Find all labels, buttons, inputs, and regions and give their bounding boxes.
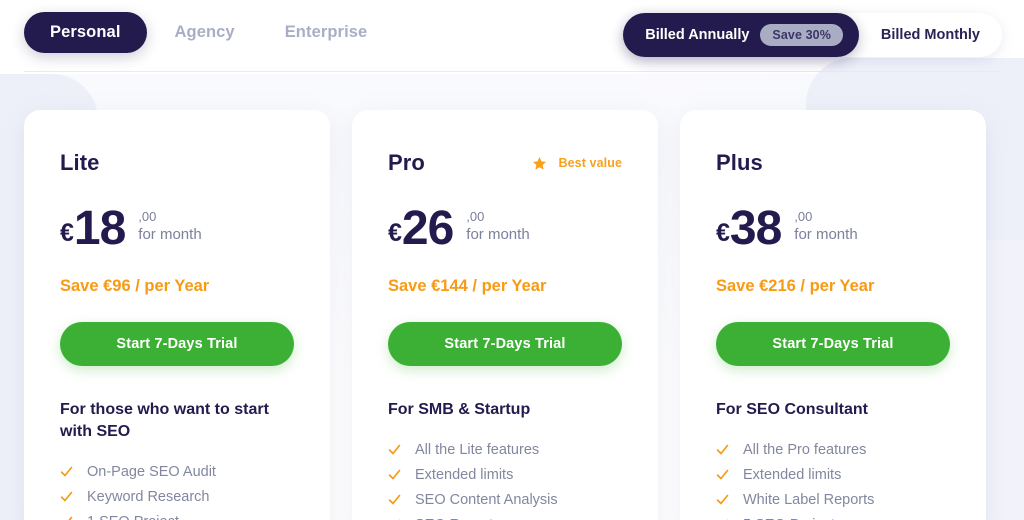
price-detail: ,00 for month xyxy=(466,209,529,245)
plan-tagline: For SMB & Startup xyxy=(388,401,531,418)
price-period: for month xyxy=(794,226,858,244)
plan-name: Plus xyxy=(716,150,763,175)
header-divider xyxy=(24,71,1000,72)
annual-savings-text: Save €96 / per Year xyxy=(60,277,210,295)
billing-monthly-label: Billed Monthly xyxy=(880,27,980,43)
star-icon xyxy=(533,156,547,170)
price-amount: 26 xyxy=(401,202,454,255)
best-value-label: Best value xyxy=(558,156,622,170)
price-row: €26 ,00 for month xyxy=(388,203,622,259)
plan-tagline: For SEO Consultant xyxy=(716,401,868,418)
price-period: for month xyxy=(138,226,202,244)
audience-tabs: Personal Agency Enterprise xyxy=(24,12,389,53)
page-header: Personal Agency Enterprise Billed Annually… xyxy=(0,0,1024,70)
check-icon xyxy=(60,466,73,477)
pricing-card-plus: Plus €38 ,00 for month Save €216 / per Year S… xyxy=(680,110,986,520)
check-icon xyxy=(388,444,401,455)
start-trial-button[interactable]: Start 7-Days Trial xyxy=(60,322,294,366)
list-item: All the Pro features xyxy=(716,437,950,462)
price-detail: ,00 for month xyxy=(794,209,857,245)
card-header: Plus xyxy=(716,148,950,178)
list-item: White Label Reports xyxy=(716,487,950,512)
price-amount: 18 xyxy=(73,202,126,255)
plan-name: Pro xyxy=(388,150,425,175)
feature-label: Keyword Research xyxy=(87,488,210,505)
currency-symbol: € xyxy=(716,219,730,247)
list-item: On-Page SEO Audit xyxy=(60,459,294,484)
check-icon xyxy=(716,444,729,455)
tab-personal[interactable]: Personal xyxy=(24,12,147,53)
feature-label: 5 SEO Projects xyxy=(743,517,842,520)
feature-label: All the Pro features xyxy=(743,441,867,458)
price-cents: ,00 xyxy=(466,209,485,224)
best-value-badge: Best value xyxy=(532,156,622,171)
feature-label: On-Page SEO Audit xyxy=(87,463,216,480)
feature-label: White Label Reports xyxy=(743,491,875,508)
list-item: SEO Content Analysis xyxy=(388,487,622,512)
feature-list: All the Lite features Extended limits SEO … xyxy=(388,437,622,520)
billing-monthly-option[interactable]: Billed Monthly xyxy=(859,13,1002,57)
feature-list: All the Pro features Extended limits White… xyxy=(716,437,950,520)
list-item: Extended limits xyxy=(716,462,950,487)
pricing-page: Personal Agency Enterprise Billed Annually… xyxy=(0,0,1024,520)
pricing-card-pro: Pro Best value €26 ,00 for month Save €144 / … xyxy=(352,110,658,520)
price-period: for month xyxy=(466,226,530,244)
start-trial-button[interactable]: Start 7-Days Trial xyxy=(388,322,622,366)
price-cents: ,00 xyxy=(138,209,157,224)
list-item: Keyword Research xyxy=(60,484,294,509)
card-header: Lite xyxy=(60,148,294,178)
pricing-card-lite: Lite €18 ,00 for month Save €96 / per Year St… xyxy=(24,110,330,520)
list-item: SEO Reports xyxy=(388,512,622,520)
check-icon xyxy=(60,491,73,502)
check-icon xyxy=(388,494,401,505)
feature-label: Extended limits xyxy=(415,466,514,483)
feature-label: 1 SEO Project xyxy=(87,514,179,520)
feature-label: SEO Content Analysis xyxy=(415,491,558,508)
check-icon xyxy=(716,494,729,505)
feature-label: Extended limits xyxy=(743,466,842,483)
list-item: All the Lite features xyxy=(388,437,622,462)
price-detail: ,00 for month xyxy=(138,209,201,245)
plan-tagline: For those who want to start with SEO xyxy=(60,401,269,441)
tab-enterprise[interactable]: Enterprise xyxy=(263,12,390,53)
check-icon xyxy=(388,469,401,480)
list-item: Extended limits xyxy=(388,462,622,487)
feature-list: On-Page SEO Audit Keyword Research 1 SEO P… xyxy=(60,459,294,520)
currency-symbol: € xyxy=(388,219,402,247)
currency-symbol: € xyxy=(60,219,74,247)
billing-annual-option[interactable]: Billed Annually Save 30% xyxy=(623,13,859,57)
billing-annual-label: Billed Annually xyxy=(645,27,750,43)
save-badge: Save 30% xyxy=(760,24,843,46)
price-row: €18 ,00 for month xyxy=(60,203,294,259)
list-item: 1 SEO Project xyxy=(60,509,294,520)
price-row: €38 ,00 for month xyxy=(716,203,950,259)
card-header: Pro Best value xyxy=(388,148,622,178)
price-amount: 38 xyxy=(729,202,782,255)
tab-agency[interactable]: Agency xyxy=(153,12,257,53)
pricing-cards: Lite €18 ,00 for month Save €96 / per Year St… xyxy=(24,110,986,520)
feature-label: All the Lite features xyxy=(415,441,540,458)
plan-name: Lite xyxy=(60,150,100,175)
annual-savings-text: Save €216 / per Year xyxy=(716,277,875,295)
check-icon xyxy=(68,516,73,520)
list-item: 5 SEO Projects xyxy=(716,512,950,520)
feature-label: SEO Reports xyxy=(415,517,500,520)
annual-savings-text: Save €144 / per Year xyxy=(388,277,547,295)
check-icon xyxy=(716,469,729,480)
start-trial-button[interactable]: Start 7-Days Trial xyxy=(716,322,950,366)
price-cents: ,00 xyxy=(794,209,813,224)
billing-toggle[interactable]: Billed Annually Save 30% Billed Monthly xyxy=(623,13,1002,57)
